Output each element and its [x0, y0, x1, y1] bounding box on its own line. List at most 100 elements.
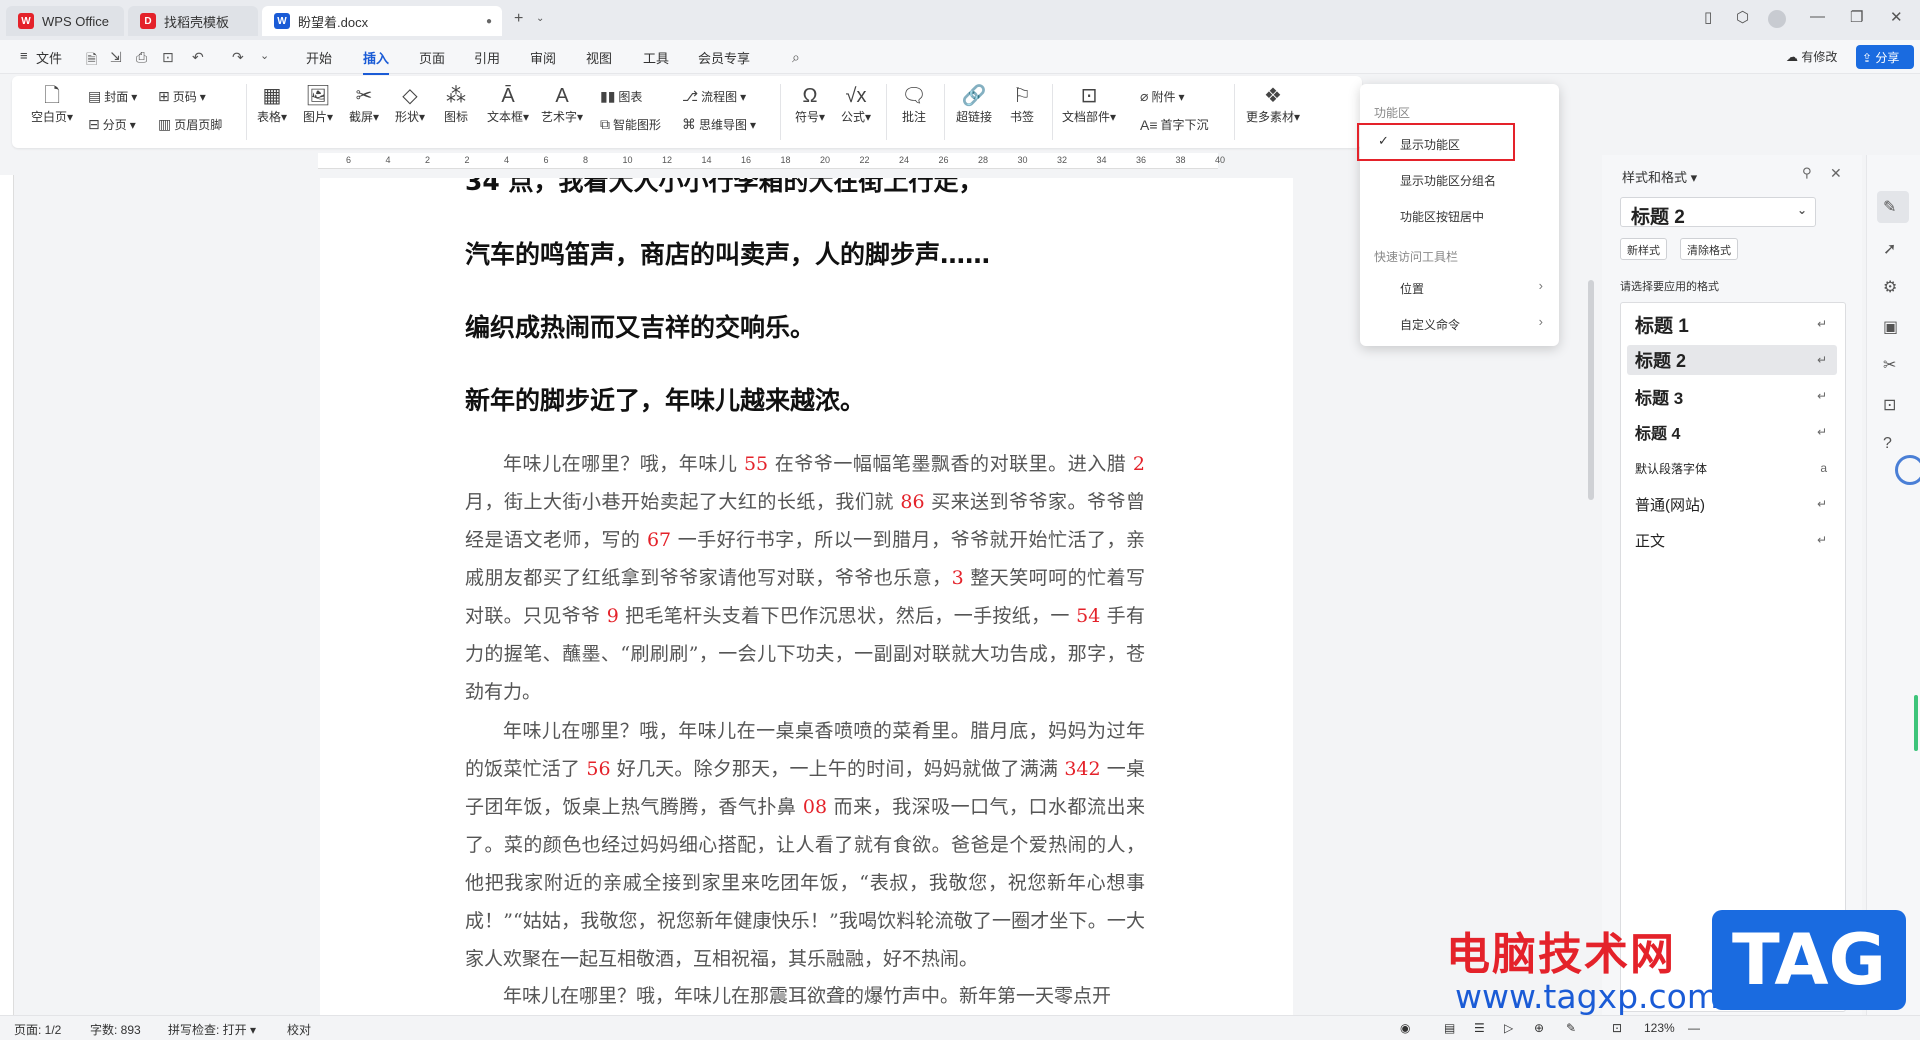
wordart-button[interactable]: A 艺术字▾ — [538, 84, 586, 125]
close-icon[interactable]: ✕ — [1890, 8, 1903, 26]
shape-button[interactable]: ◇ 形状▾ — [390, 84, 430, 125]
style-list-item[interactable]: 默认段落字体 a — [1627, 453, 1837, 483]
layout-icon[interactable]: ▯ — [1704, 8, 1712, 26]
document-scrollbar[interactable] — [1588, 280, 1594, 500]
adjust-icon[interactable]: ⚙ — [1883, 277, 1897, 297]
blank-page-button[interactable]: 🗋 空白页▾ — [28, 84, 76, 125]
page-indicator[interactable]: 页面: 1/2 — [14, 1021, 61, 1038]
style-list-item[interactable]: 标题 3 ↵ — [1627, 381, 1837, 411]
menu-tools[interactable]: 工具 — [643, 48, 669, 67]
tab-modified-dot[interactable]: ● — [486, 16, 492, 27]
web-view-icon[interactable]: ⊕ — [1534, 1021, 1544, 1035]
share-button[interactable]: ⇪ 分享 — [1856, 45, 1914, 69]
select-cursor-icon[interactable]: ➚ — [1883, 239, 1896, 259]
tab-document[interactable]: W 盼望着.docx ● — [262, 6, 502, 36]
current-style-select[interactable]: 标题 2 ⌄ — [1620, 197, 1816, 228]
picture-button[interactable]: 🖼 图片▾ — [298, 84, 338, 125]
flowchart-button[interactable]: ⎇ 流程图 ▾ — [682, 88, 746, 105]
output-icon[interactable]: ⇲ — [110, 49, 122, 66]
tab-docer[interactable]: D 找稻壳模板 — [128, 6, 258, 36]
bookmark-button[interactable]: ⚐ 书签 — [1002, 84, 1042, 125]
style-list-item[interactable]: 普通(网站) ↵ — [1627, 489, 1837, 519]
menu-home[interactable]: 开始 — [306, 48, 332, 67]
formula-button[interactable]: √x 公式▾ — [836, 84, 876, 125]
chart-button[interactable]: ▮▮ 图表 — [600, 88, 642, 105]
zoom-out-icon[interactable]: — — [1688, 1021, 1700, 1035]
smartart-button[interactable]: ⧉ 智能图形 — [600, 116, 661, 133]
cover-button[interactable]: ▤ 封面 ▾ — [88, 88, 137, 105]
avatar[interactable] — [1768, 10, 1786, 28]
minimize-icon[interactable]: — — [1810, 8, 1825, 25]
eye-icon[interactable]: ◉ — [1400, 1021, 1410, 1035]
save-icon[interactable]: 🗎 — [86, 49, 97, 73]
pane-title[interactable]: 样式和格式 ▾ — [1622, 167, 1697, 186]
undo-icon[interactable]: ↶ — [192, 49, 204, 66]
mindmap-button[interactable]: ⌘ 思维导图 ▾ — [682, 116, 756, 133]
header-footer-button[interactable]: ▥ 页眉页脚 — [158, 116, 222, 133]
attachment-button[interactable]: ⌀ 附件 ▾ — [1140, 88, 1184, 105]
tools-icon[interactable]: ✂ — [1883, 355, 1896, 375]
menu-item-show-group-names[interactable]: 显示功能区分组名 — [1400, 172, 1496, 189]
more-materials-button[interactable]: ❖ 更多素材▾ — [1242, 84, 1304, 125]
play-icon[interactable]: ▷ — [1504, 1021, 1513, 1035]
outline-view-icon[interactable]: ☰ — [1474, 1021, 1485, 1035]
icon-button[interactable]: ⁂ 图标 — [436, 84, 476, 125]
doc-parts-button[interactable]: ⊡ 文档部件▾ — [1060, 84, 1118, 125]
word-count[interactable]: 字数: 893 — [90, 1021, 141, 1038]
assistant-icon[interactable] — [1895, 455, 1920, 485]
style-list-item[interactable]: 标题 1 ↵ — [1627, 309, 1837, 339]
table-button[interactable]: ▦ 表格▾ — [252, 84, 292, 125]
page-view-icon[interactable]: ▤ — [1444, 1021, 1455, 1035]
box-icon[interactable]: ⬡ — [1736, 8, 1749, 26]
menu-item-center-buttons[interactable]: 功能区按钮居中 — [1400, 208, 1484, 225]
page-break-button[interactable]: ⊟ 分页 ▾ — [88, 116, 136, 133]
new-style-button[interactable]: 新样式 — [1620, 238, 1667, 260]
fit-page-icon[interactable]: ⊡ — [1612, 1021, 1622, 1035]
close-pane-icon[interactable]: ✕ — [1830, 165, 1842, 182]
menu-file[interactable]: 文件 — [36, 48, 62, 67]
comment-button[interactable]: 🗨 批注 — [894, 84, 934, 125]
menu-review[interactable]: 审阅 — [530, 48, 556, 67]
style-list-item[interactable]: 标题 4 ↵ — [1627, 417, 1837, 447]
translate-icon[interactable]: ⊡ — [1883, 395, 1896, 415]
more-chevron-icon[interactable]: ⌄ — [260, 49, 269, 62]
search-icon[interactable]: ⌕ — [792, 49, 800, 66]
menu-references[interactable]: 引用 — [474, 48, 500, 67]
menu-item-position[interactable]: 位置 — [1400, 280, 1424, 297]
menu-view[interactable]: 视图 — [586, 48, 612, 67]
spellcheck-status[interactable]: 拼写检查: 打开 ▾ — [168, 1021, 256, 1038]
print-preview-icon[interactable]: ⊡ — [162, 49, 174, 66]
hyperlink-button[interactable]: 🔗 超链接 — [952, 84, 996, 125]
vertical-ruler[interactable] — [0, 175, 14, 1015]
help-icon[interactable]: ? — [1883, 435, 1892, 453]
pin-icon[interactable]: ⚲ — [1802, 165, 1812, 181]
menu-page[interactable]: 页面 — [419, 48, 445, 67]
has-changes[interactable]: ☁ 有修改 — [1786, 48, 1837, 65]
tab-list-chevron-icon[interactable]: ⌄ — [536, 13, 544, 24]
restore-icon[interactable]: ❐ — [1850, 8, 1863, 26]
menu-member[interactable]: 会员专享 — [698, 48, 750, 67]
screenshot-button[interactable]: ✂ 截屏▾ — [344, 84, 384, 125]
tab-wps-office[interactable]: W WPS Office — [6, 6, 124, 36]
symbol-button[interactable]: Ω 符号▾ — [790, 84, 830, 125]
textbox-button[interactable]: Ā 文本框▾ — [484, 84, 532, 125]
menu-item-custom-command[interactable]: 自定义命令 — [1400, 316, 1460, 333]
zoom-level[interactable]: 123% — [1644, 1021, 1675, 1035]
page-number-button[interactable]: ⊞ 页码 ▾ — [158, 88, 206, 105]
menu-insert[interactable]: 插入 — [363, 48, 390, 75]
dropcap-button[interactable]: A≡ 首字下沉 — [1140, 116, 1209, 133]
print-icon[interactable]: ⎙ — [136, 49, 147, 66]
pen-icon[interactable]: ✎ — [1566, 1021, 1576, 1035]
document-page[interactable]: 34 点，我看大人小小行李箱的大在街上行走， 汽车的鸣笛声，商店的叫卖声，人的脚… — [320, 178, 1293, 1018]
clear-format-button[interactable]: 清除格式 — [1680, 238, 1738, 260]
style-list-item[interactable]: 标题 2 ↵ — [1627, 345, 1837, 375]
style-list-item[interactable]: 正文 ↵ — [1627, 525, 1837, 555]
new-tab-icon[interactable]: + — [514, 10, 523, 28]
style-brush-icon[interactable]: ✎ — [1883, 197, 1896, 217]
image-edit-icon[interactable]: ▣ — [1883, 317, 1898, 337]
hamburger-icon[interactable]: ≡ — [20, 48, 28, 63]
redo-icon[interactable]: ↷ — [232, 49, 244, 66]
horizontal-ruler[interactable]: 6 4 2 2 4 6 8 10 12 14 16 18 20 22 24 26 28 30 32 34 36 38 40 — [318, 153, 1225, 169]
proofread[interactable]: 校对 — [287, 1021, 311, 1038]
ruler-tick-label: 34 — [1096, 155, 1107, 165]
